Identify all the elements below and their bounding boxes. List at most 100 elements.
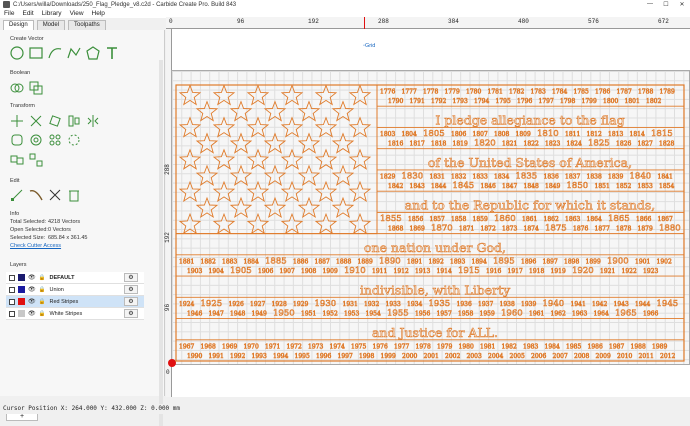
year-label: 1995 bbox=[295, 353, 310, 360]
gear-icon[interactable]: ⚙ bbox=[124, 273, 138, 282]
eye-icon[interactable]: 👁 bbox=[28, 310, 36, 317]
curve-tool-icon[interactable] bbox=[48, 46, 62, 60]
polygon-tool-icon[interactable] bbox=[86, 46, 100, 60]
layer-checkbox[interactable] bbox=[9, 286, 15, 293]
layer-color-swatch[interactable] bbox=[18, 286, 25, 293]
layer-white-stripes[interactable]: 👁 🔒 White Stripes ⚙ bbox=[6, 308, 144, 320]
year-label: 1802 bbox=[646, 98, 661, 105]
check-cutter-access-link[interactable]: Check Cutter Access bbox=[10, 242, 87, 250]
array-tool-icon[interactable] bbox=[48, 133, 62, 147]
status-bar: Cursor Position X: 264.000 Y: 432.000 Z:… bbox=[0, 404, 690, 414]
year-label: 1885 bbox=[265, 256, 287, 266]
join-tool-icon[interactable] bbox=[29, 133, 43, 147]
year-label: 1941 bbox=[571, 301, 586, 308]
circle-tool-icon[interactable] bbox=[10, 46, 24, 60]
layer-checkbox[interactable] bbox=[9, 298, 15, 305]
gear-icon[interactable]: ⚙ bbox=[124, 285, 138, 294]
subtract-tool-icon[interactable] bbox=[29, 81, 43, 95]
lock-icon[interactable]: 🔒 bbox=[39, 299, 46, 305]
year-label: 1829 bbox=[380, 173, 395, 180]
layer-default[interactable]: 👁 🔒 DEFAULT ⚙ bbox=[6, 272, 144, 284]
text-tool-icon[interactable] bbox=[105, 46, 119, 60]
tab-toolpaths[interactable]: Toolpaths bbox=[68, 20, 106, 30]
menu-help[interactable]: Help bbox=[92, 10, 105, 17]
tab-design[interactable]: Design bbox=[3, 20, 34, 30]
group-tool-icon[interactable] bbox=[10, 153, 24, 167]
delete-tool-icon[interactable] bbox=[67, 188, 81, 202]
lock-icon[interactable]: 🔒 bbox=[39, 275, 46, 281]
menu-edit[interactable]: Edit bbox=[22, 10, 33, 17]
flag-pledge-design[interactable]: I pledge allegiance to the flag of the Un… bbox=[175, 84, 685, 364]
year-label: 1900 bbox=[607, 256, 629, 266]
star-shape bbox=[229, 100, 253, 122]
move-tool-icon[interactable] bbox=[10, 114, 24, 128]
transform-tools-row-1 bbox=[10, 114, 100, 128]
layer-color-swatch[interactable] bbox=[18, 310, 25, 317]
mirror-tool-icon[interactable] bbox=[86, 114, 100, 128]
year-label: 1929 bbox=[293, 301, 308, 308]
year-label: 1784 bbox=[552, 89, 567, 96]
circular-array-icon[interactable] bbox=[67, 133, 81, 147]
star-shape bbox=[263, 196, 287, 219]
year-label: 1815 bbox=[651, 129, 673, 139]
layer-union[interactable]: 👁 🔒 Union ⚙ bbox=[6, 284, 144, 296]
polyline-tool-icon[interactable] bbox=[67, 46, 81, 60]
knife-tool-icon[interactable] bbox=[29, 188, 43, 202]
ungroup-tool-icon[interactable] bbox=[29, 153, 43, 167]
layer-checkbox[interactable] bbox=[9, 310, 15, 317]
node-edit-icon[interactable] bbox=[10, 188, 24, 202]
year-label: 1866 bbox=[636, 216, 651, 223]
year-label: 1955 bbox=[387, 308, 409, 318]
layer-red-stripes[interactable]: 👁 🔒 Red Stripes ⚙ bbox=[6, 296, 144, 308]
year-label: 1949 bbox=[252, 310, 267, 317]
design-canvas[interactable]: 0 96 192 288 384 480 576 672 288 192 96 … bbox=[164, 17, 690, 397]
eye-icon[interactable]: 👁 bbox=[28, 298, 36, 305]
maximize-button[interactable]: ☐ bbox=[658, 1, 674, 8]
window-title: C:/Users/willa/Downloads/250_Flag_Pledge… bbox=[13, 1, 237, 8]
menu-file[interactable]: File bbox=[4, 10, 14, 17]
year-label: 1842 bbox=[388, 183, 403, 190]
year-label: 1803 bbox=[380, 131, 395, 138]
year-label: 1983 bbox=[523, 343, 538, 350]
year-label: 1994 bbox=[273, 353, 288, 360]
year-label: 1841 bbox=[658, 173, 673, 180]
lock-icon[interactable]: 🔒 bbox=[39, 311, 46, 317]
menu-library[interactable]: Library bbox=[42, 10, 62, 17]
layer-color-swatch[interactable] bbox=[18, 298, 25, 305]
offset-tool-icon[interactable] bbox=[10, 133, 24, 147]
year-label: 1801 bbox=[625, 98, 640, 105]
union-tool-icon[interactable] bbox=[10, 81, 24, 95]
rectangle-tool-icon[interactable] bbox=[29, 46, 43, 60]
menu-view[interactable]: View bbox=[70, 10, 84, 17]
year-label: 1783 bbox=[531, 89, 546, 96]
tab-model[interactable]: Model bbox=[36, 20, 66, 30]
layer-checkbox[interactable] bbox=[9, 274, 15, 281]
eye-icon[interactable]: 👁 bbox=[28, 286, 36, 293]
layer-color-swatch[interactable] bbox=[18, 274, 25, 281]
selected-size-label: Selected Size: bbox=[10, 235, 46, 241]
year-label: 1818 bbox=[431, 140, 446, 147]
gear-icon[interactable]: ⚙ bbox=[124, 297, 138, 306]
minimize-button[interactable]: — bbox=[642, 1, 658, 8]
year-label: 1958 bbox=[458, 310, 473, 317]
align-tool-icon[interactable] bbox=[67, 114, 81, 128]
year-label: 1916 bbox=[486, 268, 501, 275]
trim-tool-icon[interactable] bbox=[48, 188, 62, 202]
rotate-tool-icon[interactable] bbox=[48, 114, 62, 128]
close-button[interactable]: ✕ bbox=[674, 1, 690, 8]
star-shape bbox=[195, 164, 219, 186]
transform-heading: Transform bbox=[10, 103, 35, 109]
grid-indicator[interactable]: ◦Grid bbox=[363, 43, 375, 49]
year-label: 1821 bbox=[502, 140, 517, 147]
eye-icon[interactable]: 👁 bbox=[28, 274, 36, 281]
union-outline bbox=[175, 84, 378, 235]
year-label: 1780 bbox=[466, 89, 481, 96]
lock-icon[interactable]: 🔒 bbox=[39, 287, 46, 293]
year-label: 1928 bbox=[272, 301, 287, 308]
year-label: 1776 bbox=[380, 89, 395, 96]
gear-icon[interactable]: ⚙ bbox=[124, 309, 138, 318]
year-label: 1788 bbox=[638, 89, 653, 96]
star-shape bbox=[178, 84, 202, 106]
scale-tool-icon[interactable] bbox=[29, 114, 43, 128]
sidebar-scrollbar[interactable] bbox=[159, 60, 163, 426]
